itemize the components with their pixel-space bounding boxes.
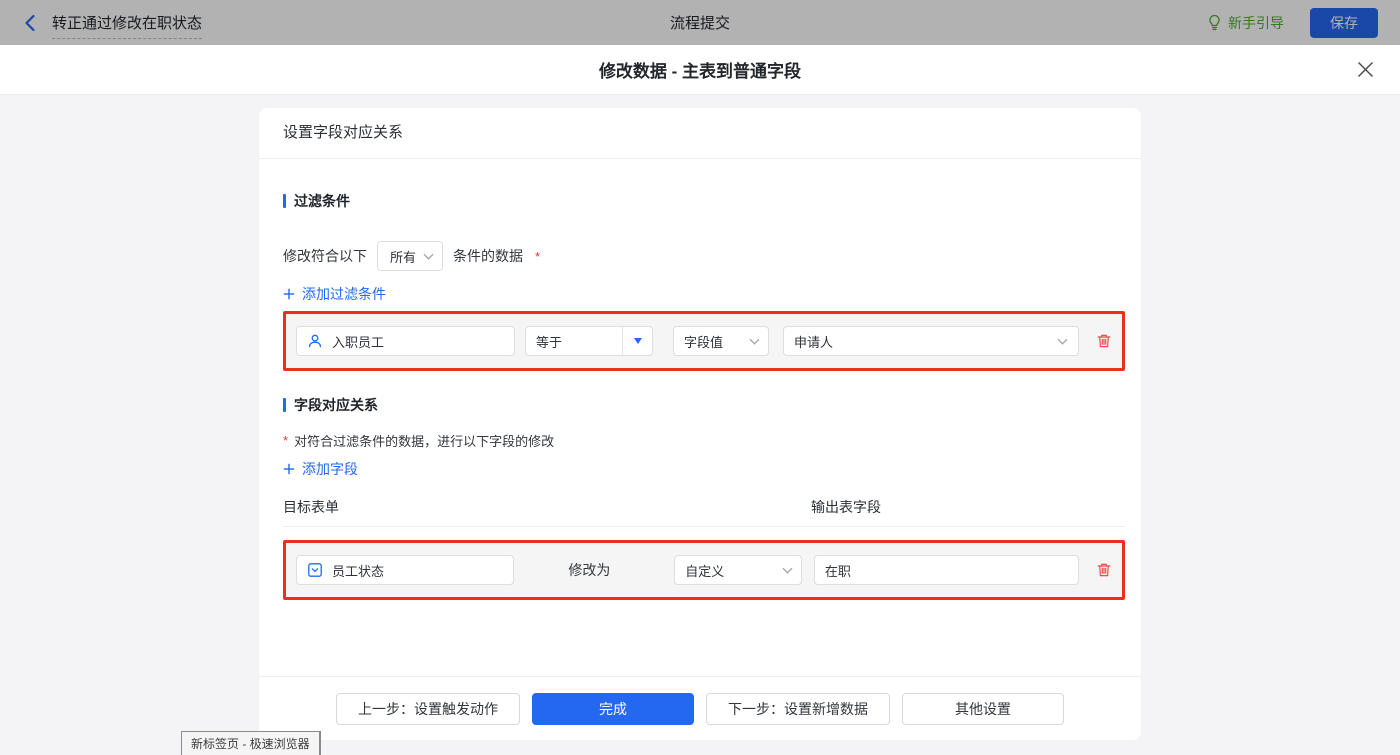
app-header: 转正通过修改在职状态 流程提交 新手引导 保存 xyxy=(0,0,1400,45)
match-prefix-label: 修改符合以下 xyxy=(283,248,367,264)
match-suffix-label: 条件的数据 xyxy=(453,248,523,264)
modal-body: 设置字段对应关系 过滤条件 修改符合以下 所有 条件的数据 * 添加过滤条件 入… xyxy=(0,108,1400,755)
select-field-icon xyxy=(307,562,323,578)
close-button[interactable] xyxy=(1357,61,1374,78)
plus-icon xyxy=(283,288,295,300)
modal-footer: 上一步：设置触发动作 完成 下一步：设置新增数据 其他设置 xyxy=(259,676,1141,740)
close-icon xyxy=(1357,61,1374,78)
field-mapping-panel: 设置字段对应关系 过滤条件 修改符合以下 所有 条件的数据 * 添加过滤条件 入… xyxy=(259,108,1141,740)
section-bar xyxy=(283,194,286,208)
delete-condition-button[interactable] xyxy=(1096,333,1112,349)
chevron-down-icon xyxy=(749,338,760,345)
chevron-down-icon xyxy=(423,253,434,260)
value-type-select[interactable]: 字段值 xyxy=(673,326,769,356)
condition-value-select[interactable]: 申请人 xyxy=(783,326,1079,356)
delete-mapping-button[interactable] xyxy=(1096,562,1112,578)
column-divider xyxy=(283,526,1125,527)
modal-header: 修改数据 - 主表到普通字段 xyxy=(0,45,1400,95)
triangle-down-icon xyxy=(633,338,642,344)
prev-step-button[interactable]: 上一步：设置触发动作 xyxy=(336,692,520,725)
required-mark: * xyxy=(535,248,541,264)
browser-status-tooltip: 新标签页 - 极速浏览器 xyxy=(181,731,321,755)
chevron-down-icon xyxy=(782,567,793,574)
mapping-column-headers: 目标表单 输出表字段 xyxy=(283,497,1125,517)
field-mapping-row: 员工状态 修改为 自定义 在职 xyxy=(286,543,1122,597)
add-filter-condition-link[interactable]: 添加过滤条件 xyxy=(283,284,386,304)
filter-condition-row: 入职员工 等于 字段值 申请人 xyxy=(286,314,1122,368)
condition-field-input[interactable]: 入职员工 xyxy=(296,326,515,356)
mapping-section-title: 字段对应关系 xyxy=(283,395,1125,415)
other-settings-button[interactable]: 其他设置 xyxy=(902,692,1064,725)
match-condition-row: 修改符合以下 所有 条件的数据 * xyxy=(283,241,1125,271)
target-field-input[interactable]: 员工状态 xyxy=(296,555,515,585)
chevron-down-icon xyxy=(1057,338,1068,345)
mapping-description: * 对符合过滤条件的数据，进行以下字段的修改 xyxy=(283,433,555,449)
beginner-guide-label: 新手引导 xyxy=(1228,14,1284,31)
plus-icon xyxy=(283,463,295,475)
save-button[interactable]: 保存 xyxy=(1310,7,1378,38)
panel-title: 设置字段对应关系 xyxy=(259,108,1141,159)
lightbulb-icon xyxy=(1207,14,1222,31)
member-field-icon xyxy=(307,333,323,349)
section-bar xyxy=(283,398,286,412)
operator-select[interactable]: 等于 xyxy=(525,326,653,356)
trash-icon xyxy=(1096,562,1112,578)
done-button[interactable]: 完成 xyxy=(532,692,694,725)
output-field-column-header: 输出表字段 xyxy=(811,499,881,515)
modal-title: 修改数据 - 主表到普通字段 xyxy=(598,62,802,81)
required-mark: * xyxy=(283,433,289,448)
custom-value-input[interactable]: 在职 xyxy=(813,555,1079,585)
beginner-guide-button[interactable]: 新手引导 xyxy=(1207,13,1284,33)
trash-icon xyxy=(1096,333,1112,349)
page-title: 流程提交 xyxy=(669,15,730,32)
next-step-button[interactable]: 下一步：设置新增数据 xyxy=(706,692,890,725)
operator-caret-button[interactable] xyxy=(622,327,652,355)
add-field-link[interactable]: 添加字段 xyxy=(283,459,358,479)
filter-section-title: 过滤条件 xyxy=(283,191,1125,211)
highlighted-filter-condition: 入职员工 等于 字段值 申请人 xyxy=(283,311,1125,371)
target-form-column-header: 目标表单 xyxy=(283,499,339,515)
value-mode-select[interactable]: 自定义 xyxy=(674,555,802,585)
match-mode-select[interactable]: 所有 xyxy=(377,241,443,271)
highlighted-mapping-row: 员工状态 修改为 自定义 在职 xyxy=(283,540,1125,600)
modify-to-label: 修改为 xyxy=(568,562,611,578)
